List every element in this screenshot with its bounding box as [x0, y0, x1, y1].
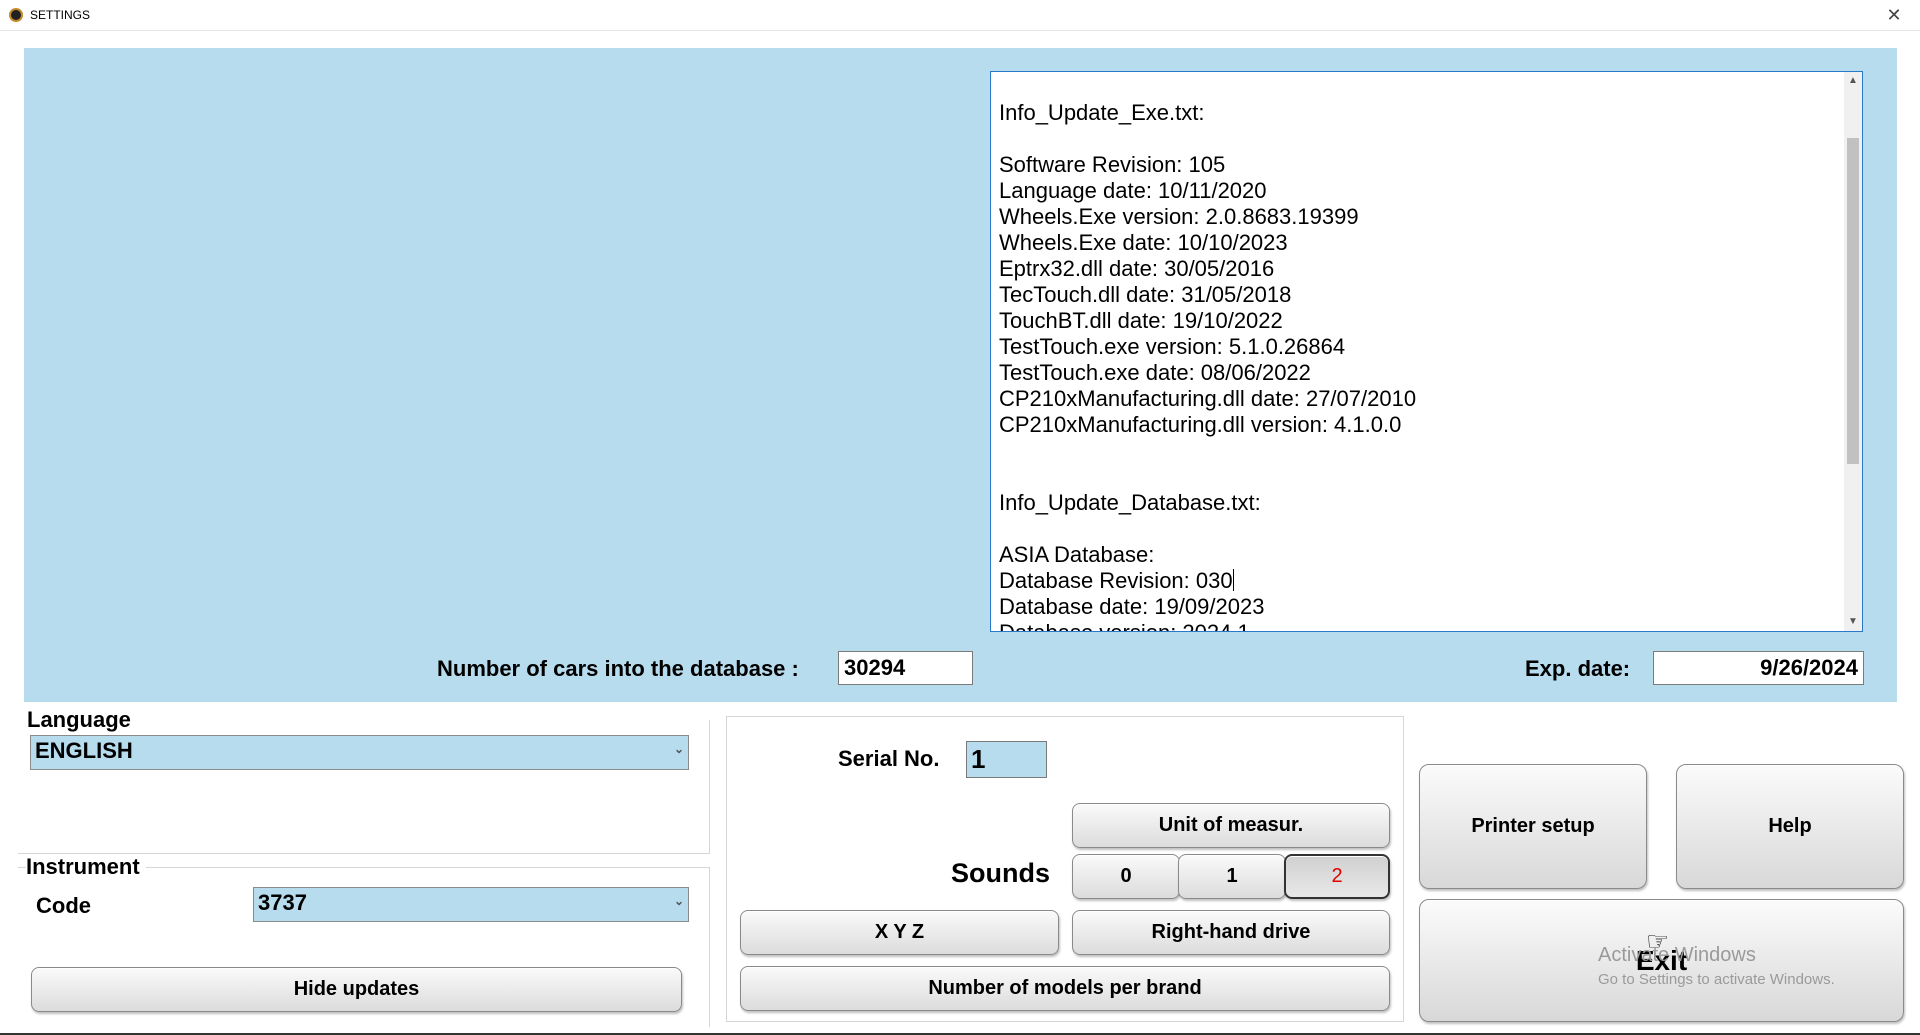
info-line: Info_Update_Database.txt: — [999, 490, 1261, 515]
serial-label: Serial No. — [838, 746, 940, 771]
unit-of-measure-button[interactable]: Unit of measur. — [1072, 803, 1390, 848]
activation-watermark-subtitle: Go to Settings to activate Windows. — [1598, 971, 1835, 988]
text-caret — [1232, 569, 1234, 591]
info-line: TouchBT.dll date: 19/10/2022 — [999, 308, 1283, 333]
info-line: TestTouch.exe version: 5.1.0.26864 — [999, 334, 1346, 359]
info-scrollbar[interactable]: ▲ ▼ — [1844, 72, 1862, 631]
language-selected-value: ENGLISH — [35, 738, 133, 763]
printer-setup-button[interactable]: Printer setup — [1419, 764, 1647, 889]
info-line: Database date: 19/09/2023 — [999, 594, 1265, 619]
info-line: Database version: 2024.1 — [999, 620, 1839, 631]
info-line: ASIA Database: — [999, 542, 1155, 567]
instrument-group-label: Instrument — [26, 854, 146, 880]
scroll-up-icon[interactable]: ▲ — [1844, 72, 1862, 90]
scroll-down-icon[interactable]: ▼ — [1844, 613, 1862, 631]
sound-option-2-button[interactable]: 2 — [1284, 854, 1390, 899]
window-title: SETTINGS — [30, 8, 91, 22]
scroll-thumb[interactable] — [1847, 138, 1859, 464]
instrument-code-select[interactable]: 3737 ⌄ — [253, 887, 689, 922]
language-group-label: Language — [27, 707, 137, 733]
update-info-textbox[interactable]: Info_Update_Exe.txt: Software Revision: 1… — [990, 71, 1863, 632]
info-line — [999, 438, 1839, 464]
info-line: TecTouch.dll date: 31/05/2018 — [999, 282, 1292, 307]
cars-count-field: 30294 — [838, 651, 973, 685]
serial-field[interactable]: 1 — [966, 741, 1047, 778]
info-line: Wheels.Exe version: 2.0.8683.19399 — [999, 204, 1359, 229]
sounds-label: Sounds — [951, 858, 1050, 888]
app-icon — [9, 8, 23, 22]
info-line: Language date: 10/11/2020 — [999, 178, 1267, 203]
info-line: Database Revision: 030 — [999, 568, 1234, 593]
activation-watermark-title: Activate Windows — [1598, 944, 1756, 966]
cars-count-label: Number of cars into the database : — [437, 656, 799, 681]
title-bar — [0, 0, 1920, 31]
info-line: Wheels.Exe date: 10/10/2023 — [999, 230, 1288, 255]
language-select[interactable]: ENGLISH ⌄ — [30, 735, 689, 770]
info-line: Info_Update_Exe.txt: — [999, 100, 1205, 125]
chevron-down-icon[interactable]: ⌄ — [674, 742, 684, 756]
exp-date-field: 9/26/2024 — [1653, 651, 1864, 685]
exp-date-label: Exp. date: — [1525, 656, 1631, 681]
info-line — [999, 464, 1839, 490]
right-hand-drive-button[interactable]: Right-hand drive — [1072, 910, 1390, 955]
instrument-code-value: 3737 — [258, 890, 307, 915]
info-line — [999, 126, 1839, 152]
info-line: CP210xManufacturing.dll date: 27/07/2010 — [999, 386, 1417, 411]
hide-updates-button[interactable]: Hide updates — [31, 967, 682, 1012]
info-line: TestTouch.exe date: 08/06/2022 — [999, 360, 1311, 385]
code-label: Code — [36, 893, 91, 918]
xyz-button[interactable]: X Y Z — [740, 910, 1059, 955]
models-per-brand-button[interactable]: Number of models per brand — [740, 966, 1390, 1011]
sound-option-1-button[interactable]: 1 — [1178, 854, 1286, 899]
info-line: Software Revision: 105 — [999, 152, 1226, 177]
info-line: CP210xManufacturing.dll version: 4.1.0.0 — [999, 412, 1402, 437]
update-info-text: Info_Update_Exe.txt: Software Revision: 1… — [999, 100, 1839, 631]
chevron-down-icon[interactable]: ⌄ — [674, 894, 684, 908]
info-line — [999, 516, 1839, 542]
info-line: Eptrx32.dll date: 30/05/2016 — [999, 256, 1275, 281]
sound-option-0-button[interactable]: 0 — [1072, 854, 1180, 899]
close-icon[interactable]: ✕ — [1882, 4, 1906, 26]
help-button[interactable]: Help — [1676, 764, 1904, 889]
